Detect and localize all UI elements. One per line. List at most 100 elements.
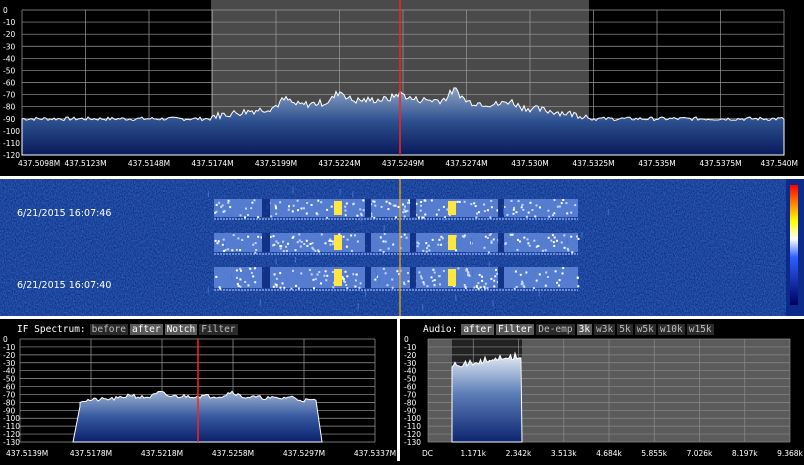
x-tick-label: 2.342k bbox=[506, 449, 532, 458]
waterfall-pixel bbox=[300, 240, 303, 243]
waterfall-pixel bbox=[563, 234, 566, 237]
waterfall-pixel bbox=[441, 237, 444, 240]
audio-w15k-button[interactable]: w15k bbox=[686, 324, 714, 335]
waterfall-pixel bbox=[407, 272, 409, 274]
waterfall-pixel bbox=[484, 282, 487, 285]
waterfall-pixel bbox=[360, 212, 363, 215]
audio-toolbar: Audio: after Filter De-emp 3k w3k 5k w5k… bbox=[423, 324, 714, 335]
waterfall-pixel bbox=[291, 210, 294, 213]
audio-5k-button[interactable]: 5k bbox=[617, 324, 633, 335]
x-tick-label: 437.535M bbox=[638, 159, 676, 168]
waterfall-pixel bbox=[247, 284, 250, 287]
waterfall-pixel bbox=[392, 204, 395, 207]
waterfall-pixel bbox=[385, 200, 388, 203]
waterfall-pixel bbox=[240, 269, 242, 272]
waterfall-pixel bbox=[292, 204, 295, 207]
waterfall-pixel bbox=[553, 212, 556, 215]
waterfall-pixel bbox=[493, 285, 496, 288]
waterfall-pixel bbox=[330, 205, 333, 208]
carrier-peak bbox=[334, 269, 342, 286]
waterfall-pixel bbox=[373, 200, 376, 203]
x-tick-label: 437.5123M bbox=[64, 159, 106, 168]
waterfall-pixel bbox=[305, 212, 308, 215]
waterfall-pixel bbox=[545, 271, 548, 274]
waterfall-pixel bbox=[514, 270, 517, 273]
waterfall-pixel bbox=[403, 208, 406, 211]
audio-deemp-button[interactable]: De-emp bbox=[536, 324, 575, 335]
waterfall-pixel bbox=[483, 210, 486, 213]
waterfall-pixel bbox=[391, 278, 394, 281]
waterfall-pixel bbox=[362, 199, 365, 202]
waterfall-pixel bbox=[422, 281, 425, 284]
waterfall-pixel bbox=[374, 278, 377, 281]
waterfall-pixel bbox=[310, 204, 313, 206]
waterfall-pixel bbox=[525, 271, 528, 274]
main-spectrum-panel[interactable]: 0 -10 -20 -30 -40 -50 -60 -70 -80 -90 -100 -110 -120… bbox=[0, 0, 804, 175]
if-spectrum-panel[interactable]: 0 -10 -20 -30 -40 -50 -60 -70 -80 -90 -100 -110 -120… bbox=[0, 319, 397, 461]
waterfall-pixel bbox=[486, 209, 489, 212]
waterfall-pixel bbox=[509, 233, 512, 236]
audio-w5k-button[interactable]: w5k bbox=[634, 324, 656, 335]
if-before-button[interactable]: before bbox=[89, 324, 128, 335]
waterfall-pixel bbox=[227, 201, 230, 204]
waterfall-pixel bbox=[483, 285, 486, 288]
waterfall-pixel bbox=[287, 208, 290, 211]
waterfall-pixel bbox=[494, 275, 497, 278]
waterfall-pixel bbox=[254, 267, 256, 270]
waterfall-pixel bbox=[325, 279, 328, 282]
waterfall-pixel bbox=[470, 203, 473, 206]
waterfall-pixel bbox=[476, 286, 478, 289]
waterfall-pixel bbox=[314, 249, 317, 252]
waterfall-pixel bbox=[577, 285, 580, 288]
waterfall-pixel bbox=[250, 271, 253, 274]
x-tick-label: 437.5218M bbox=[141, 449, 183, 458]
waterfall-pixel bbox=[324, 242, 327, 245]
x-tick-label: 437.5139M bbox=[6, 449, 48, 458]
if-filter-button[interactable]: Filter bbox=[199, 324, 238, 335]
waterfall-pixel bbox=[244, 216, 246, 219]
waterfall-display[interactable]: 6/21/2015 16:07:46 6/21/2015 16:07:40 bbox=[0, 179, 804, 316]
x-tick-label: 437.5249M bbox=[382, 159, 424, 168]
main-spectrum-plot[interactable]: 0-10-20-30-40-50-60-70-80-90-100-110-120… bbox=[0, 0, 804, 175]
x-tick-label: 437.5325M bbox=[572, 159, 614, 168]
y-tick-label: -130 bbox=[3, 438, 20, 447]
waterfall-pixel bbox=[550, 239, 553, 242]
waterfall-pixel bbox=[511, 233, 514, 236]
waterfall-pixel bbox=[495, 268, 498, 271]
waterfall-pixel bbox=[490, 200, 493, 202]
x-tick-label: 1.171k bbox=[460, 449, 486, 458]
waterfall-pixel bbox=[547, 236, 550, 239]
audio-w3k-button[interactable]: w3k bbox=[594, 324, 616, 335]
y-tick-label: -10 bbox=[3, 18, 15, 27]
waterfall-pixel bbox=[430, 199, 433, 202]
waterfall-pixel bbox=[473, 286, 476, 289]
waterfall-pixel bbox=[275, 212, 278, 215]
if-notch-button[interactable]: Notch bbox=[164, 324, 198, 335]
waterfall-pixel bbox=[456, 200, 459, 203]
waterfall-pixel bbox=[328, 239, 331, 242]
waterfall-pixel bbox=[229, 206, 232, 209]
waterfall-pixel bbox=[356, 214, 359, 217]
waterfall-panel[interactable]: 6/21/2015 16:07:46 6/21/2015 16:07:40 bbox=[0, 179, 804, 316]
if-spectrum-plot[interactable]: 0-10-20-30-40-50-60-70-80-90-100-110-120… bbox=[0, 319, 397, 461]
waterfall-pixel bbox=[382, 250, 385, 253]
audio-after-button[interactable]: after bbox=[461, 324, 494, 335]
waterfall-pixel bbox=[463, 284, 466, 286]
waterfall-pixel bbox=[417, 216, 420, 219]
audio-filter-button[interactable]: Filter bbox=[495, 324, 535, 335]
x-tick-label: 437.5297M bbox=[283, 449, 325, 458]
audio-3k-button[interactable]: 3k bbox=[576, 324, 593, 335]
waterfall-pixel bbox=[403, 215, 406, 218]
waterfall-pixel bbox=[297, 287, 300, 290]
x-tick-label: 437.5148M bbox=[128, 159, 170, 168]
waterfall-pixel bbox=[346, 275, 349, 278]
audio-panel[interactable]: 0 -10 -20 -30 -40 -50 -60 -70 -80 -90 -100 -110 -120… bbox=[400, 319, 804, 461]
audio-spectrum-plot[interactable]: 0-10-20-30-40-50-60-70-80-90-100-110-120… bbox=[400, 319, 804, 461]
waterfall-pixel bbox=[250, 207, 253, 210]
waterfall-pixel bbox=[247, 235, 250, 238]
if-after-button[interactable]: after bbox=[129, 324, 163, 335]
x-tick-label: 437.5178M bbox=[70, 449, 112, 458]
waterfall-pixel bbox=[535, 204, 538, 207]
audio-w10k-button[interactable]: w10k bbox=[657, 324, 685, 335]
waterfall-pixel bbox=[323, 274, 326, 277]
